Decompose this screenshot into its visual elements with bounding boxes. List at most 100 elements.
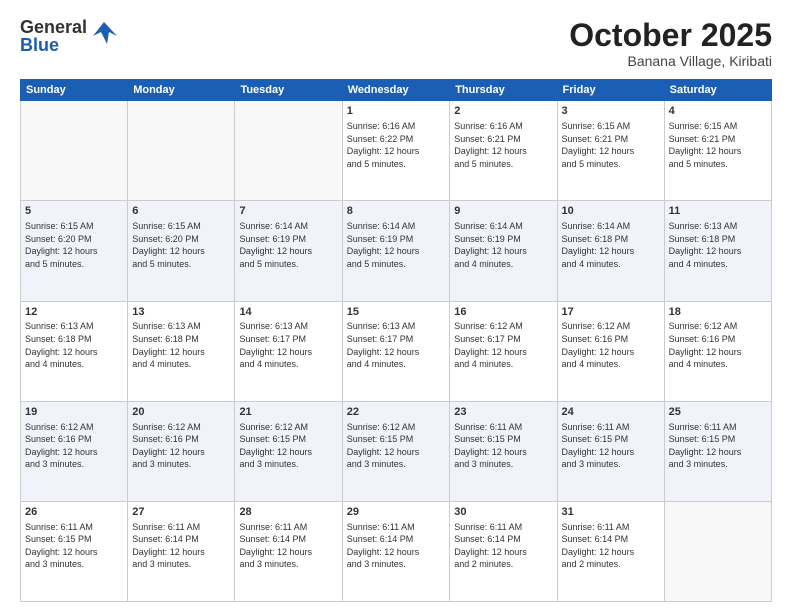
day-number: 31 xyxy=(562,505,660,520)
day-cell: 29Sunrise: 6:11 AM Sunset: 6:14 PM Dayli… xyxy=(342,501,450,601)
day-info: Sunrise: 6:12 AM Sunset: 6:15 PM Dayligh… xyxy=(239,421,337,471)
page: General Blue October 2025 Banana Village… xyxy=(0,0,792,612)
logo-blue: Blue xyxy=(20,36,87,54)
day-info: Sunrise: 6:15 AM Sunset: 6:20 PM Dayligh… xyxy=(132,220,230,270)
day-cell: 23Sunrise: 6:11 AM Sunset: 6:15 PM Dayli… xyxy=(450,401,557,501)
day-cell: 26Sunrise: 6:11 AM Sunset: 6:15 PM Dayli… xyxy=(21,501,128,601)
day-info: Sunrise: 6:12 AM Sunset: 6:16 PM Dayligh… xyxy=(669,320,767,370)
day-header-thursday: Thursday xyxy=(450,80,557,101)
day-cell: 9Sunrise: 6:14 AM Sunset: 6:19 PM Daylig… xyxy=(450,201,557,301)
day-info: Sunrise: 6:13 AM Sunset: 6:18 PM Dayligh… xyxy=(25,320,123,370)
day-number: 11 xyxy=(669,204,767,219)
day-number: 22 xyxy=(347,405,446,420)
day-info: Sunrise: 6:11 AM Sunset: 6:14 PM Dayligh… xyxy=(239,521,337,571)
day-cell: 1Sunrise: 6:16 AM Sunset: 6:22 PM Daylig… xyxy=(342,101,450,201)
day-number: 2 xyxy=(454,104,552,119)
week-row-1: 1Sunrise: 6:16 AM Sunset: 6:22 PM Daylig… xyxy=(21,101,772,201)
day-cell: 24Sunrise: 6:11 AM Sunset: 6:15 PM Dayli… xyxy=(557,401,664,501)
logo-icon: General Blue xyxy=(20,18,119,54)
day-cell: 21Sunrise: 6:12 AM Sunset: 6:15 PM Dayli… xyxy=(235,401,342,501)
day-number: 30 xyxy=(454,505,552,520)
day-info: Sunrise: 6:15 AM Sunset: 6:21 PM Dayligh… xyxy=(669,120,767,170)
day-number: 13 xyxy=(132,305,230,320)
day-info: Sunrise: 6:15 AM Sunset: 6:20 PM Dayligh… xyxy=(25,220,123,270)
week-row-2: 5Sunrise: 6:15 AM Sunset: 6:20 PM Daylig… xyxy=(21,201,772,301)
day-info: Sunrise: 6:11 AM Sunset: 6:14 PM Dayligh… xyxy=(132,521,230,571)
day-header-wednesday: Wednesday xyxy=(342,80,450,101)
day-cell: 22Sunrise: 6:12 AM Sunset: 6:15 PM Dayli… xyxy=(342,401,450,501)
day-number: 9 xyxy=(454,204,552,219)
day-info: Sunrise: 6:14 AM Sunset: 6:18 PM Dayligh… xyxy=(562,220,660,270)
day-info: Sunrise: 6:11 AM Sunset: 6:14 PM Dayligh… xyxy=(562,521,660,571)
day-info: Sunrise: 6:16 AM Sunset: 6:21 PM Dayligh… xyxy=(454,120,552,170)
header: General Blue October 2025 Banana Village… xyxy=(20,18,772,69)
day-number: 14 xyxy=(239,305,337,320)
day-header-friday: Friday xyxy=(557,80,664,101)
day-number: 8 xyxy=(347,204,446,219)
day-number: 24 xyxy=(562,405,660,420)
day-cell: 11Sunrise: 6:13 AM Sunset: 6:18 PM Dayli… xyxy=(664,201,771,301)
day-number: 5 xyxy=(25,204,123,219)
day-info: Sunrise: 6:13 AM Sunset: 6:18 PM Dayligh… xyxy=(669,220,767,270)
day-info: Sunrise: 6:15 AM Sunset: 6:21 PM Dayligh… xyxy=(562,120,660,170)
day-header-tuesday: Tuesday xyxy=(235,80,342,101)
day-cell xyxy=(664,501,771,601)
day-number: 7 xyxy=(239,204,337,219)
day-number: 12 xyxy=(25,305,123,320)
day-cell xyxy=(128,101,235,201)
day-number: 21 xyxy=(239,405,337,420)
week-row-3: 12Sunrise: 6:13 AM Sunset: 6:18 PM Dayli… xyxy=(21,301,772,401)
day-number: 10 xyxy=(562,204,660,219)
day-number: 17 xyxy=(562,305,660,320)
day-number: 6 xyxy=(132,204,230,219)
day-cell: 20Sunrise: 6:12 AM Sunset: 6:16 PM Dayli… xyxy=(128,401,235,501)
day-cell: 3Sunrise: 6:15 AM Sunset: 6:21 PM Daylig… xyxy=(557,101,664,201)
day-cell: 25Sunrise: 6:11 AM Sunset: 6:15 PM Dayli… xyxy=(664,401,771,501)
day-cell xyxy=(21,101,128,201)
day-cell: 12Sunrise: 6:13 AM Sunset: 6:18 PM Dayli… xyxy=(21,301,128,401)
day-number: 4 xyxy=(669,104,767,119)
day-info: Sunrise: 6:11 AM Sunset: 6:15 PM Dayligh… xyxy=(562,421,660,471)
day-info: Sunrise: 6:12 AM Sunset: 6:16 PM Dayligh… xyxy=(562,320,660,370)
day-number: 20 xyxy=(132,405,230,420)
day-cell: 16Sunrise: 6:12 AM Sunset: 6:17 PM Dayli… xyxy=(450,301,557,401)
logo-bird-icon xyxy=(89,18,119,54)
day-cell: 6Sunrise: 6:15 AM Sunset: 6:20 PM Daylig… xyxy=(128,201,235,301)
day-number: 3 xyxy=(562,104,660,119)
day-info: Sunrise: 6:14 AM Sunset: 6:19 PM Dayligh… xyxy=(347,220,446,270)
day-info: Sunrise: 6:11 AM Sunset: 6:14 PM Dayligh… xyxy=(347,521,446,571)
day-info: Sunrise: 6:14 AM Sunset: 6:19 PM Dayligh… xyxy=(239,220,337,270)
day-cell: 15Sunrise: 6:13 AM Sunset: 6:17 PM Dayli… xyxy=(342,301,450,401)
day-info: Sunrise: 6:16 AM Sunset: 6:22 PM Dayligh… xyxy=(347,120,446,170)
day-info: Sunrise: 6:11 AM Sunset: 6:15 PM Dayligh… xyxy=(669,421,767,471)
header-row: SundayMondayTuesdayWednesdayThursdayFrid… xyxy=(21,80,772,101)
day-info: Sunrise: 6:11 AM Sunset: 6:14 PM Dayligh… xyxy=(454,521,552,571)
day-number: 23 xyxy=(454,405,552,420)
day-cell: 31Sunrise: 6:11 AM Sunset: 6:14 PM Dayli… xyxy=(557,501,664,601)
day-number: 28 xyxy=(239,505,337,520)
day-number: 26 xyxy=(25,505,123,520)
day-number: 15 xyxy=(347,305,446,320)
week-row-4: 19Sunrise: 6:12 AM Sunset: 6:16 PM Dayli… xyxy=(21,401,772,501)
day-info: Sunrise: 6:11 AM Sunset: 6:15 PM Dayligh… xyxy=(454,421,552,471)
day-cell: 30Sunrise: 6:11 AM Sunset: 6:14 PM Dayli… xyxy=(450,501,557,601)
day-cell: 8Sunrise: 6:14 AM Sunset: 6:19 PM Daylig… xyxy=(342,201,450,301)
day-header-saturday: Saturday xyxy=(664,80,771,101)
day-number: 1 xyxy=(347,104,446,119)
location: Banana Village, Kiribati xyxy=(569,53,772,69)
month-title: October 2025 xyxy=(569,18,772,53)
day-info: Sunrise: 6:13 AM Sunset: 6:17 PM Dayligh… xyxy=(239,320,337,370)
day-cell: 7Sunrise: 6:14 AM Sunset: 6:19 PM Daylig… xyxy=(235,201,342,301)
logo-general: General xyxy=(20,18,87,36)
title-group: October 2025 Banana Village, Kiribati xyxy=(569,18,772,69)
day-info: Sunrise: 6:14 AM Sunset: 6:19 PM Dayligh… xyxy=(454,220,552,270)
day-cell: 27Sunrise: 6:11 AM Sunset: 6:14 PM Dayli… xyxy=(128,501,235,601)
day-header-sunday: Sunday xyxy=(21,80,128,101)
day-cell: 18Sunrise: 6:12 AM Sunset: 6:16 PM Dayli… xyxy=(664,301,771,401)
day-cell: 4Sunrise: 6:15 AM Sunset: 6:21 PM Daylig… xyxy=(664,101,771,201)
calendar-body: 1Sunrise: 6:16 AM Sunset: 6:22 PM Daylig… xyxy=(21,101,772,602)
day-header-monday: Monday xyxy=(128,80,235,101)
day-cell: 2Sunrise: 6:16 AM Sunset: 6:21 PM Daylig… xyxy=(450,101,557,201)
day-info: Sunrise: 6:13 AM Sunset: 6:17 PM Dayligh… xyxy=(347,320,446,370)
logo: General Blue xyxy=(20,18,119,54)
